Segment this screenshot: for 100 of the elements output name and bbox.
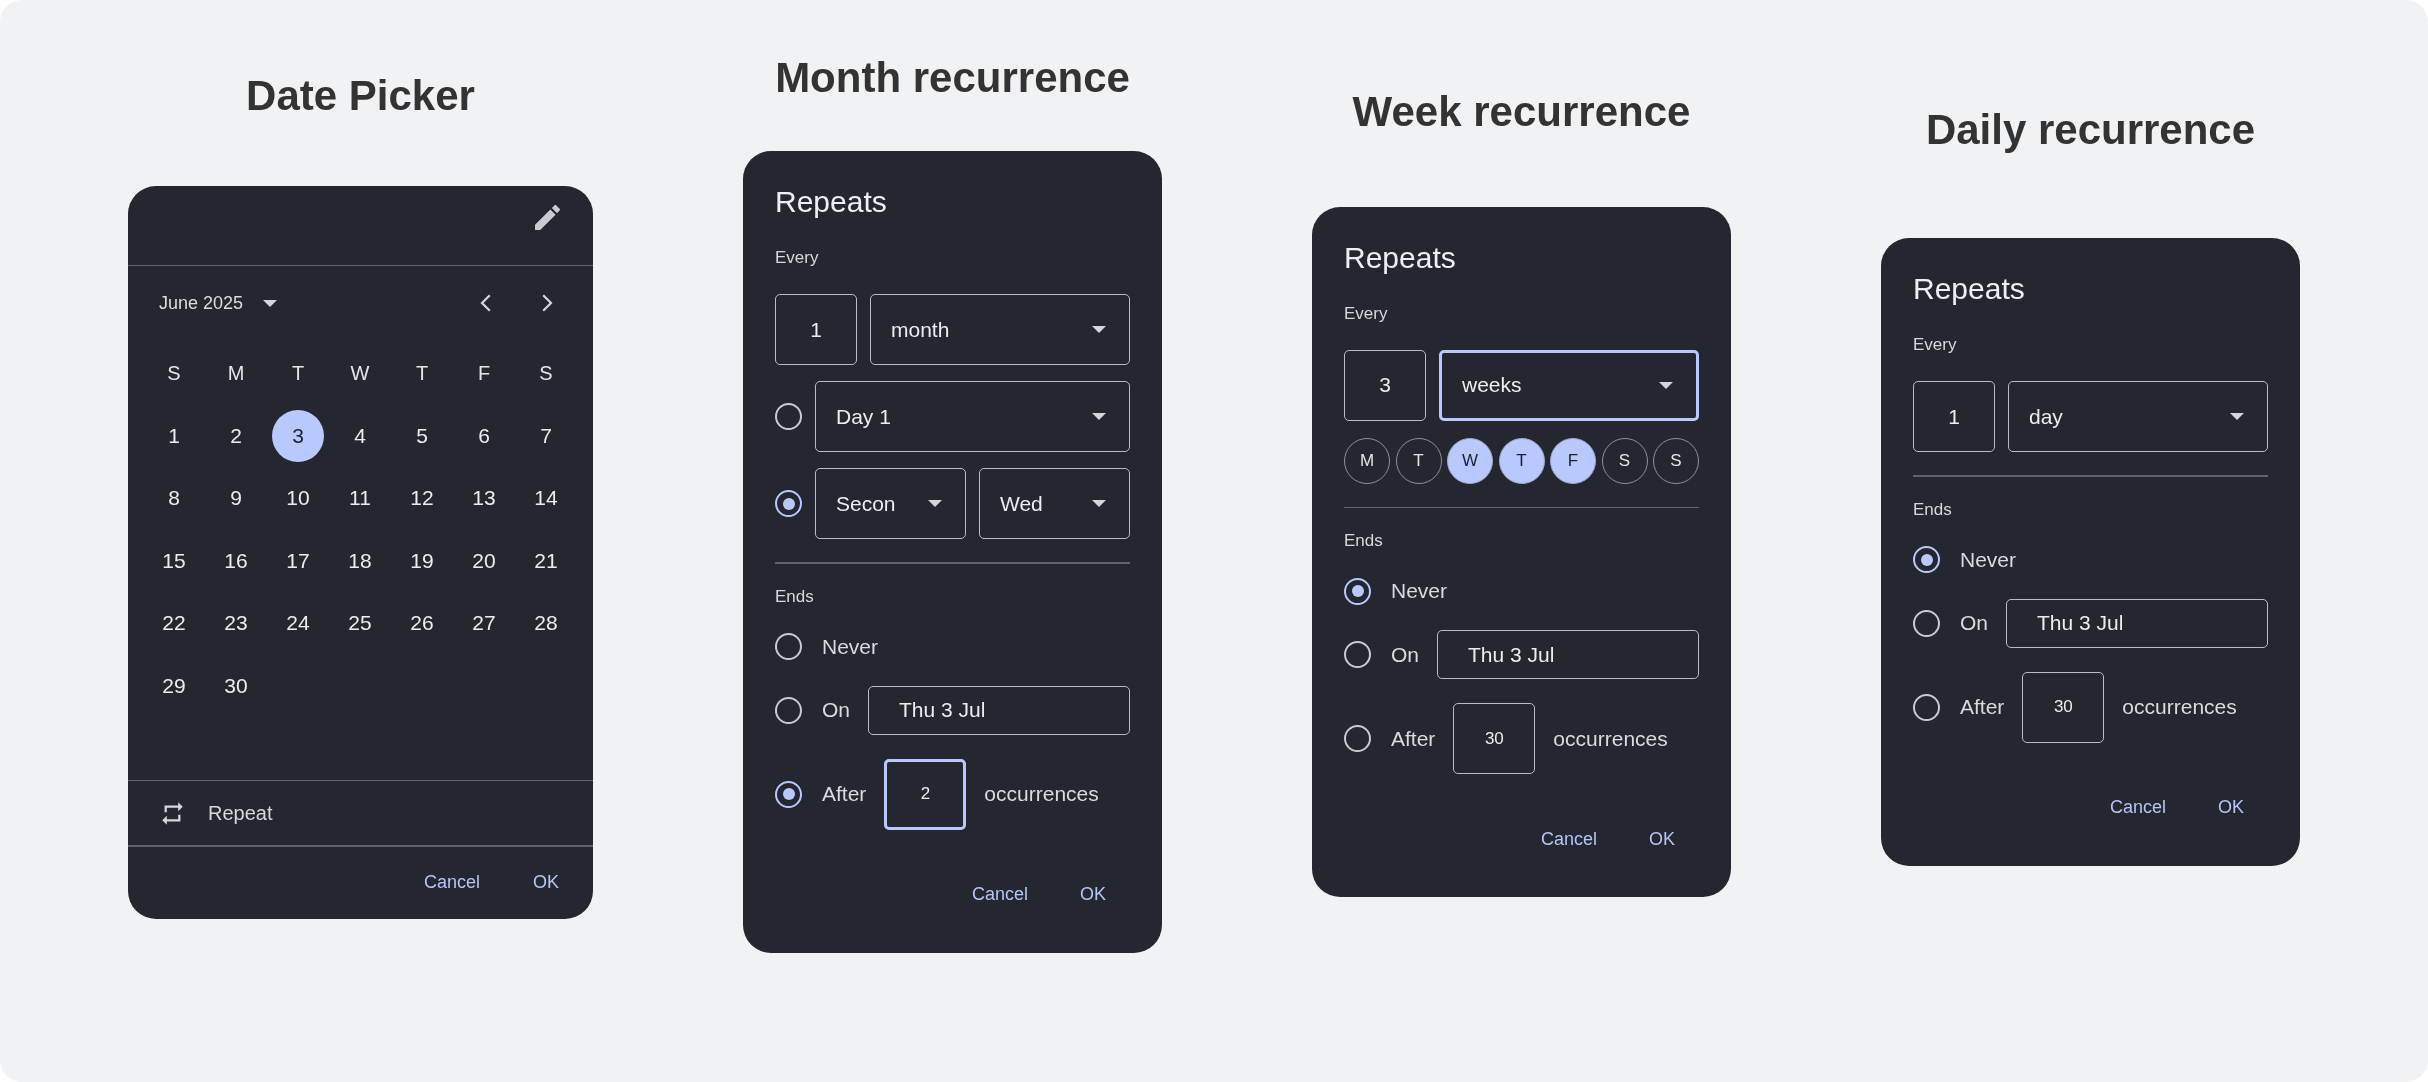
option-dropdown[interactable]: Wed (979, 468, 1130, 540)
weekday-chip[interactable]: W (1447, 437, 1493, 484)
caret-icon (2230, 413, 2244, 421)
ok-button[interactable]: OK (1056, 874, 1130, 915)
unit-dropdown[interactable]: day (2008, 381, 2268, 453)
option-label: Never (822, 634, 879, 659)
calendar-day[interactable]: 16 (210, 534, 262, 587)
interval-field[interactable]: 3 (1344, 349, 1426, 421)
option-label: Never (1391, 579, 1448, 604)
section-label: Ends (775, 585, 814, 608)
radio-button[interactable] (775, 780, 802, 808)
option-dropdown[interactable]: Day 1 (815, 381, 1130, 453)
option-label: On (822, 698, 850, 723)
weekday-label: F (477, 361, 491, 385)
section-label: Ends (1913, 498, 1952, 521)
cancel-button[interactable]: Cancel (1516, 819, 1621, 860)
weekday-label: T (291, 361, 305, 385)
calendar-day[interactable]: 29 (148, 659, 200, 712)
radio-button[interactable] (1913, 609, 1940, 637)
caret-icon (1092, 500, 1106, 508)
radio-button[interactable] (775, 633, 802, 661)
count-field[interactable]: 2 (884, 758, 967, 830)
calendar-day[interactable]: 15 (148, 534, 200, 587)
month-year-selector[interactable]: June 2025 (159, 288, 278, 318)
weekday-chip[interactable]: T (1498, 437, 1545, 484)
calendar-day[interactable]: 24 (272, 597, 324, 650)
calendar-day[interactable]: 6 (458, 409, 510, 462)
unit-dropdown[interactable]: weeks (1439, 349, 1699, 421)
option-label: On (1391, 642, 1419, 667)
pencil-icon[interactable] (535, 204, 560, 230)
weekday-label: S (167, 361, 181, 385)
radio-button[interactable] (775, 490, 802, 518)
repeat-icon (161, 800, 184, 826)
option-label: After (822, 782, 867, 807)
count-field[interactable]: 30 (2022, 671, 2105, 743)
ok-button[interactable]: OK (509, 862, 583, 903)
calendar-day[interactable]: 14 (520, 472, 572, 525)
option-label: Never (1960, 547, 2017, 572)
calendar-day[interactable]: 5 (396, 409, 448, 462)
dialog-heading: Repeats (1344, 239, 1456, 276)
panel-title: Date Picker (246, 70, 475, 121)
option-label: On (1960, 611, 1988, 636)
count-field[interactable]: 30 (1453, 703, 1536, 775)
interval-field[interactable]: 1 (775, 294, 857, 366)
unit-dropdown[interactable]: month (870, 294, 1130, 366)
radio-button[interactable] (775, 696, 802, 724)
calendar-day[interactable]: 13 (458, 472, 510, 525)
radio-button[interactable] (1913, 693, 1940, 721)
calendar-day[interactable]: 23 (210, 597, 262, 650)
caret-icon (928, 500, 942, 508)
date-field[interactable]: Thu 3 Jul (868, 685, 1130, 735)
calendar-day[interactable]: 11 (334, 472, 386, 525)
calendar-day[interactable]: 30 (210, 659, 262, 712)
calendar-day[interactable]: 26 (396, 597, 448, 650)
weekday-label: W (350, 361, 370, 385)
weekday-label: M (227, 361, 245, 385)
caret-icon (1659, 381, 1673, 389)
calendar-day[interactable]: 21 (520, 534, 572, 587)
dialog-heading: Repeats (775, 184, 887, 221)
calendar-day[interactable]: 9 (210, 472, 262, 525)
ok-button[interactable]: OK (2194, 787, 2268, 828)
date-field[interactable]: Thu 3 Jul (2006, 598, 2268, 648)
option-dropdown[interactable]: Secon (815, 468, 966, 540)
calendar-day[interactable]: 25 (334, 597, 386, 650)
radio-button[interactable] (1344, 641, 1371, 669)
radio-button[interactable] (775, 403, 802, 431)
chevron-right-icon[interactable] (542, 294, 553, 312)
calendar-day[interactable]: 12 (396, 472, 448, 525)
cancel-button[interactable]: Cancel (947, 874, 1052, 915)
calendar-day[interactable]: 7 (520, 409, 572, 462)
calendar-day[interactable]: 19 (396, 534, 448, 587)
calendar-day[interactable]: 28 (520, 597, 572, 650)
section-label: Ends (1344, 530, 1383, 553)
radio-button[interactable] (1913, 546, 1940, 574)
calendar-day[interactable]: 2 (210, 409, 262, 462)
occurrences-label: occurrences (984, 782, 1099, 807)
caret-icon (1092, 413, 1106, 421)
calendar-day[interactable]: 8 (148, 472, 200, 525)
radio-button[interactable] (1344, 577, 1371, 605)
repeat-option[interactable]: Repeat (161, 800, 273, 826)
section-label: Every (775, 247, 819, 270)
calendar-day[interactable]: 17 (272, 534, 324, 587)
ok-button[interactable]: OK (1625, 819, 1699, 860)
calendar-day[interactable]: 22 (148, 597, 200, 650)
weekday-chip[interactable]: F (1550, 437, 1596, 484)
interval-field[interactable]: 1 (1913, 381, 1995, 453)
calendar-day[interactable]: 20 (458, 534, 510, 587)
dialog-heading: Repeats (1913, 271, 2025, 308)
radio-button[interactable] (1344, 725, 1371, 753)
date-field[interactable]: Thu 3 Jul (1437, 630, 1699, 680)
calendar-day[interactable]: 18 (334, 534, 386, 587)
chevron-left-icon[interactable] (480, 294, 491, 312)
calendar-day[interactable]: 3 (272, 409, 324, 462)
calendar-day[interactable]: 4 (334, 409, 386, 462)
cancel-button[interactable]: Cancel (2085, 787, 2190, 828)
calendar-day[interactable]: 1 (148, 409, 200, 462)
calendar-day[interactable]: 10 (272, 472, 324, 525)
calendar-day[interactable]: 27 (458, 597, 510, 650)
cancel-button[interactable]: Cancel (399, 862, 504, 903)
panel-title: Month recurrence (775, 53, 1130, 104)
